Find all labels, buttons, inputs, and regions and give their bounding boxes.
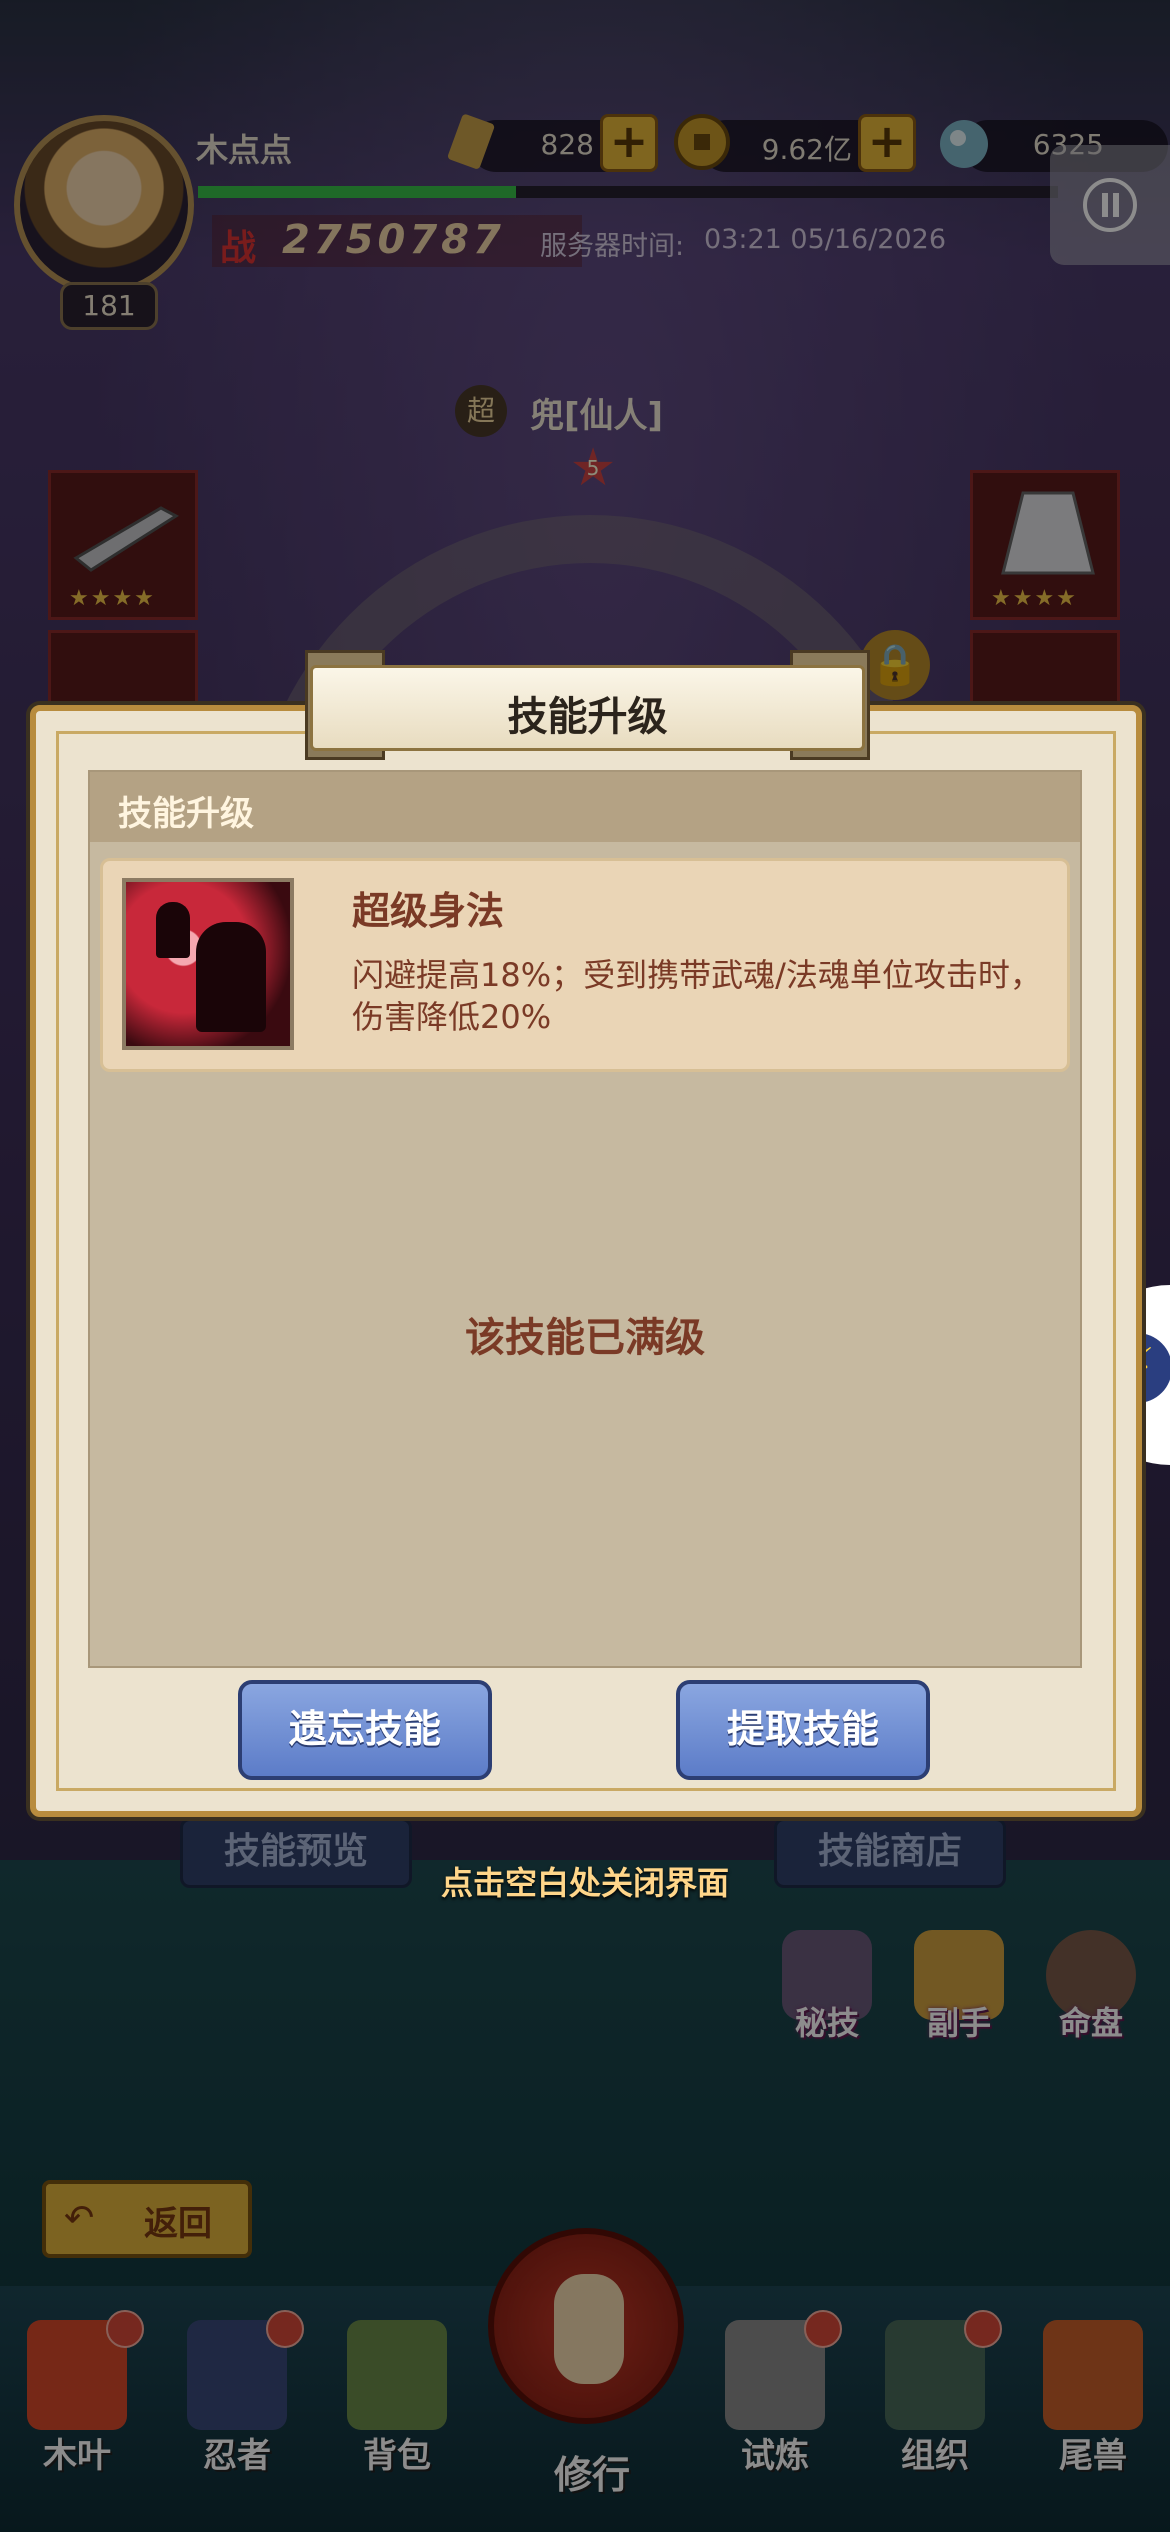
skill-description: 闪避提高18%；受到携带武魂/法魂单位攻击时，伤害降低20%	[352, 956, 1042, 1036]
skill-name: 超级身法	[352, 889, 505, 933]
dialog-title: 技能升级	[507, 694, 668, 740]
close-hint: 点击空白处关闭界面	[440, 1864, 729, 1902]
dialog-title-banner: 技能升级	[310, 665, 865, 751]
extract-skill-button[interactable]: 提取技能	[676, 1680, 930, 1780]
skill-icon[interactable]	[122, 878, 294, 1050]
skill-max-level-status: 该技能已满级	[465, 1315, 705, 1361]
panel-header: 技能升级	[90, 772, 1080, 842]
panel-title: 技能升级	[118, 794, 254, 834]
forget-skill-button[interactable]: 遗忘技能	[238, 1680, 492, 1780]
